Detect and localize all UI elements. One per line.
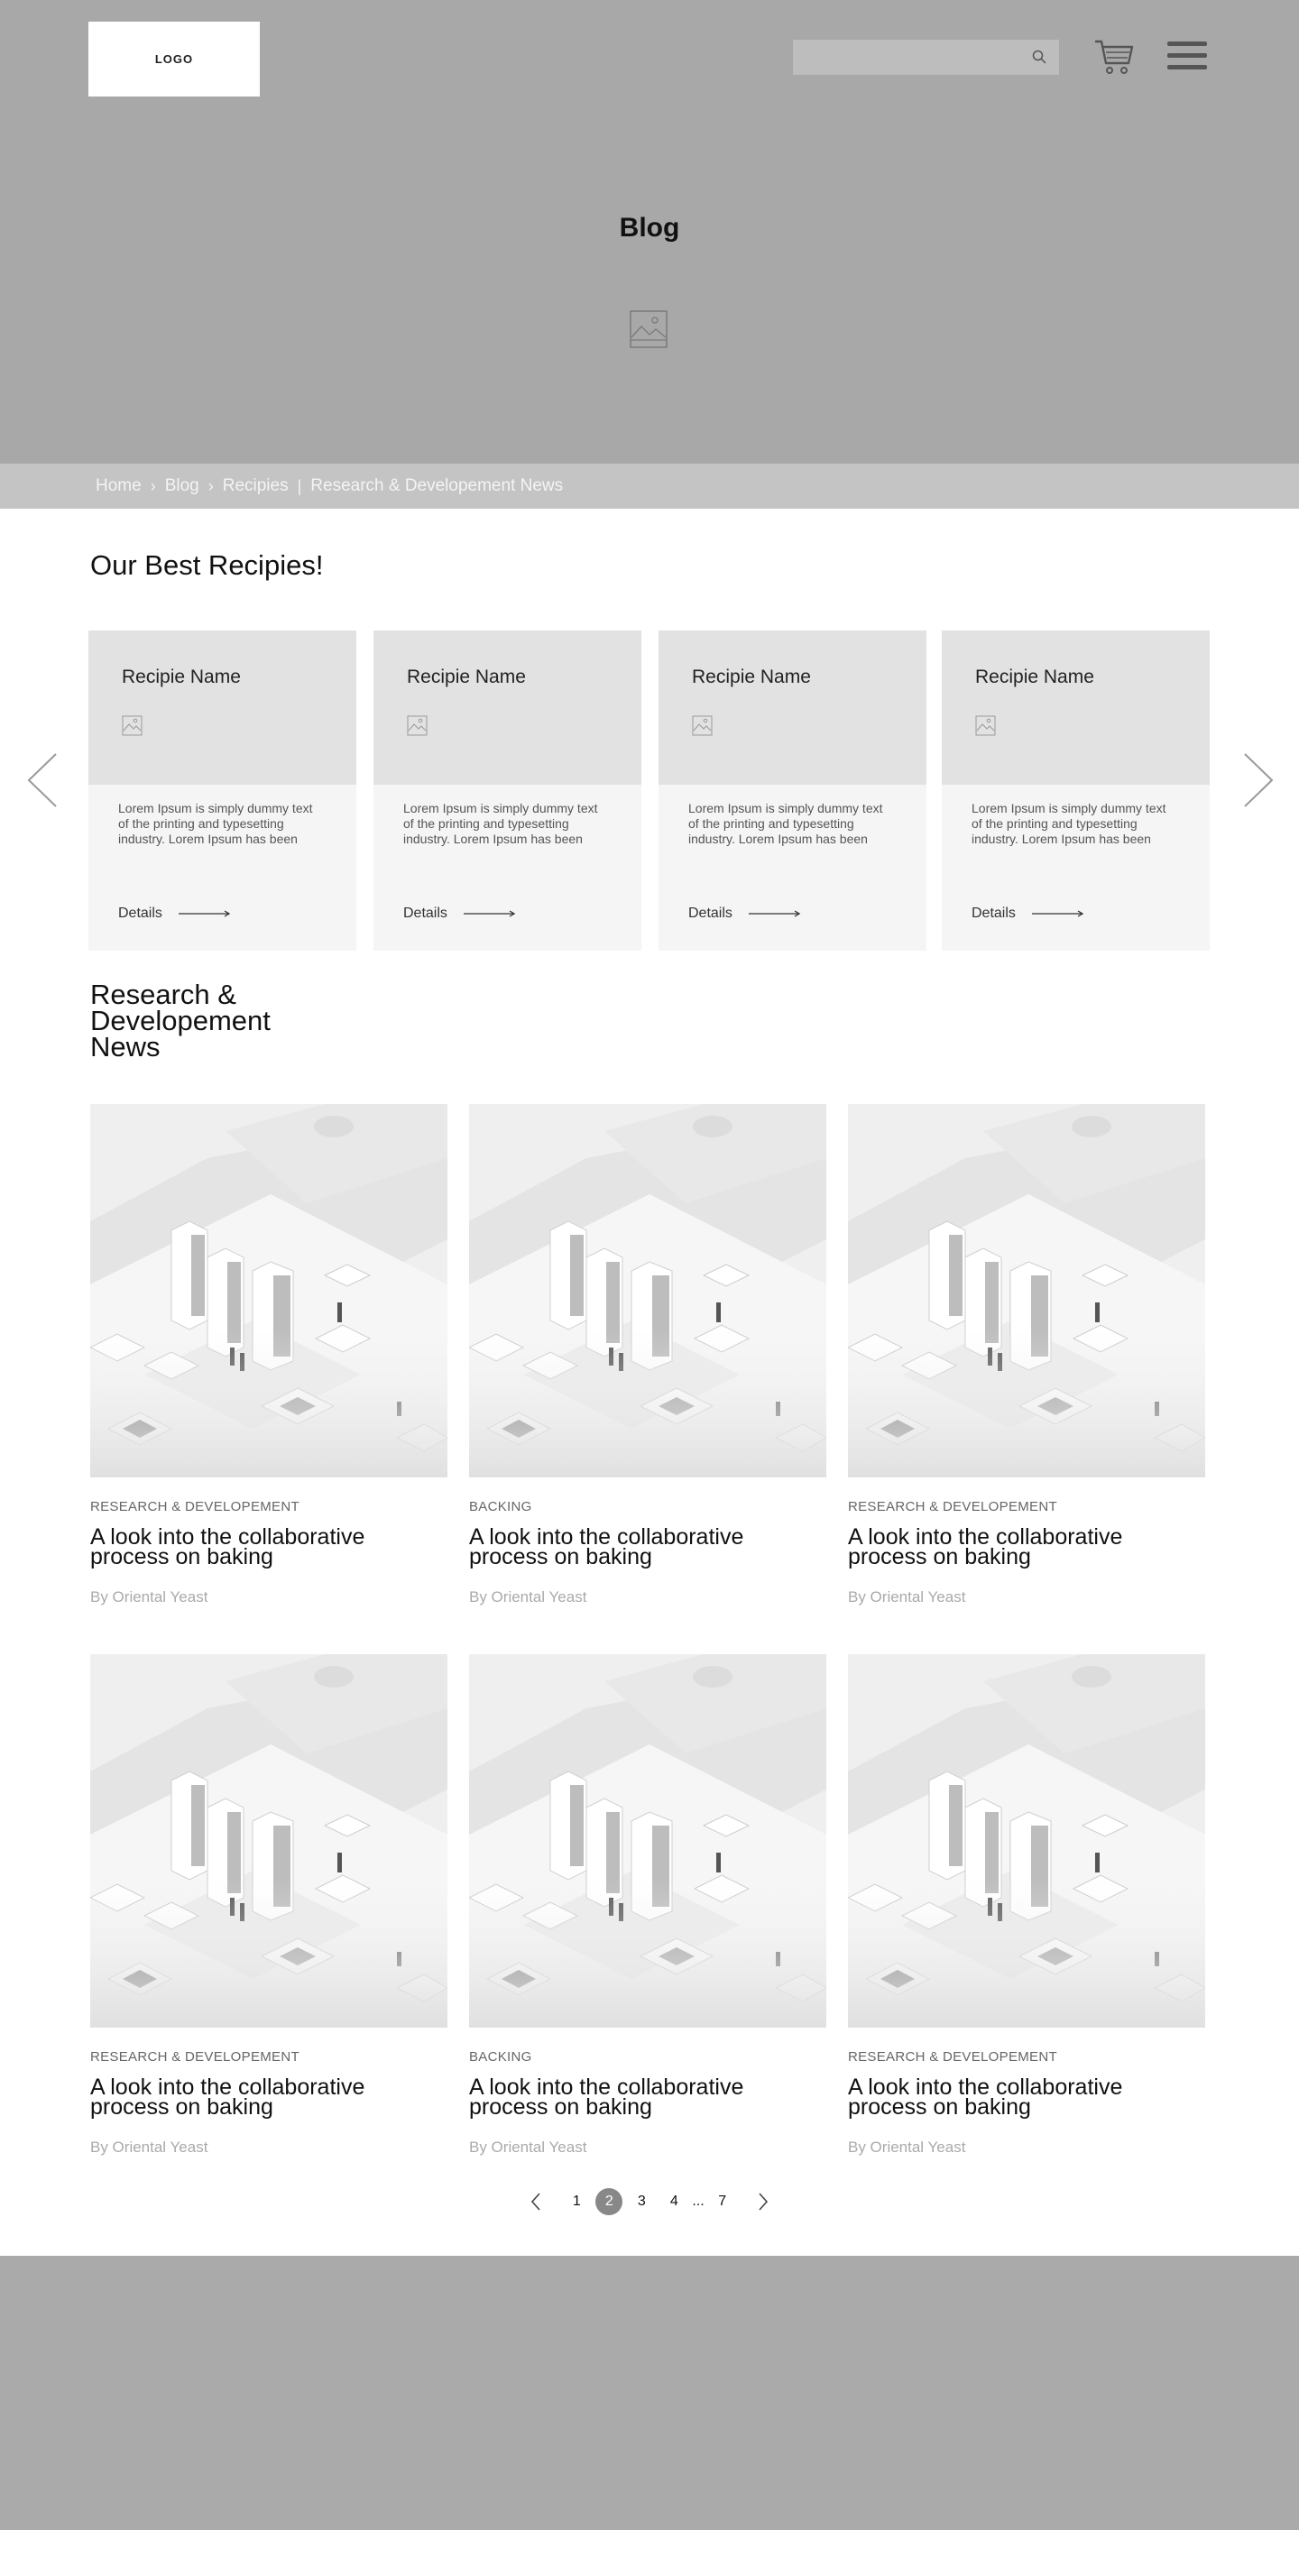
news-card[interactable]: RESEARCH & DEVELOPEMENT A look into the …: [848, 1104, 1205, 1606]
pagination: 1 2 3 4 ... 7: [0, 2188, 1299, 2215]
search-icon[interactable]: [1032, 50, 1046, 64]
recipe-name: Recipie Name: [692, 667, 811, 687]
chevron-right-icon: [759, 2193, 768, 2211]
breadcrumb-current: Research & Developement News: [310, 476, 564, 495]
post-title[interactable]: A look into the collaborative process on…: [848, 2076, 1205, 2119]
footer: [0, 2256, 1299, 2530]
hero-header: LOGO Blog: [0, 0, 1299, 464]
details-label: Details: [688, 906, 732, 921]
page-4-button[interactable]: 4: [660, 2188, 687, 2215]
post-thumbnail[interactable]: [469, 1654, 826, 2028]
post-title[interactable]: A look into the collaborative process on…: [90, 2076, 447, 2119]
post-thumbnail[interactable]: [90, 1104, 447, 1477]
image-placeholder-icon: [122, 715, 143, 736]
pagination-ellipsis: ...: [692, 2194, 705, 2209]
post-thumbnail[interactable]: [90, 1654, 447, 2028]
section-title: Our Best Recipies!: [90, 549, 324, 581]
news-card[interactable]: RESEARCH & DEVELOPEMENT A look into the …: [848, 1654, 1205, 2157]
post-author: By Oriental Yeast: [90, 2139, 208, 2156]
hamburger-menu-icon[interactable]: [1167, 41, 1207, 72]
post-thumbnail[interactable]: [848, 1654, 1205, 2028]
post-title[interactable]: A look into the collaborative process on…: [469, 1526, 826, 1569]
carousel-prev-arrow-icon[interactable]: [27, 752, 58, 808]
recipe-card[interactable]: Recipie Name Lorem Ipsum is simply dummy…: [942, 630, 1210, 951]
page-7-button[interactable]: 7: [709, 2188, 736, 2215]
recipe-card[interactable]: Recipie Name Lorem Ipsum is simply dummy…: [88, 630, 356, 951]
recipe-description: Lorem Ipsum is simply dummy text of the …: [972, 801, 1166, 846]
post-category[interactable]: BACKING: [469, 1499, 826, 1514]
next-page-button[interactable]: [751, 2188, 775, 2215]
breadcrumb: Home › Blog › Recipies | Research & Deve…: [0, 464, 1299, 509]
news-card[interactable]: BACKING A look into the collaborative pr…: [469, 1104, 826, 1606]
news-card[interactable]: RESEARCH & DEVELOPEMENT A look into the …: [90, 1104, 447, 1606]
post-author: By Oriental Yeast: [848, 2139, 966, 2156]
details-link[interactable]: Details: [403, 906, 516, 922]
news-section: Research & Developement News RESEARCH & …: [0, 969, 1299, 2256]
recipe-name: Recipie Name: [122, 667, 241, 687]
post-category[interactable]: RESEARCH & DEVELOPEMENT: [848, 2049, 1205, 2065]
arrow-right-icon: [748, 910, 801, 917]
details-link[interactable]: Details: [688, 906, 801, 922]
cart-icon[interactable]: [1094, 38, 1134, 76]
arrow-right-icon: [1031, 910, 1084, 917]
image-placeholder-icon: [630, 310, 668, 348]
breadcrumb-separator: ›: [150, 476, 156, 495]
news-card[interactable]: BACKING A look into the collaborative pr…: [469, 1654, 826, 2157]
breadcrumb-home[interactable]: Home: [96, 476, 142, 496]
post-author: By Oriental Yeast: [848, 1588, 966, 1605]
post-author: By Oriental Yeast: [469, 1588, 587, 1605]
page-title: Blog: [619, 213, 680, 243]
post-author: By Oriental Yeast: [90, 1588, 208, 1605]
details-label: Details: [972, 906, 1016, 921]
search-input[interactable]: [793, 40, 1059, 75]
page-2-button[interactable]: 2: [595, 2188, 623, 2215]
post-thumbnail[interactable]: [469, 1104, 826, 1477]
recipe-card[interactable]: Recipie Name Lorem Ipsum is simply dummy…: [659, 630, 926, 951]
recipe-description: Lorem Ipsum is simply dummy text of the …: [403, 801, 598, 846]
chevron-left-icon: [531, 2193, 540, 2211]
best-recipes-section: Our Best Recipies! Recipie Name Lorem Ip…: [0, 509, 1299, 969]
image-placeholder-icon: [975, 715, 996, 736]
post-title[interactable]: A look into the collaborative process on…: [848, 1526, 1205, 1569]
arrow-right-icon: [463, 910, 516, 917]
details-link[interactable]: Details: [972, 906, 1084, 922]
recipe-name: Recipie Name: [975, 667, 1094, 687]
post-category[interactable]: RESEARCH & DEVELOPEMENT: [848, 1499, 1205, 1514]
carousel-next-arrow-icon[interactable]: [1243, 752, 1274, 808]
page-1-button[interactable]: 1: [563, 2188, 590, 2215]
details-label: Details: [118, 906, 162, 921]
recipe-description: Lorem Ipsum is simply dummy text of the …: [118, 801, 313, 846]
logo[interactable]: LOGO: [88, 22, 260, 97]
breadcrumb-recipies[interactable]: Recipies: [223, 476, 289, 496]
image-placeholder-icon: [692, 715, 713, 736]
image-placeholder-icon: [407, 715, 428, 736]
post-thumbnail[interactable]: [848, 1104, 1205, 1477]
post-author: By Oriental Yeast: [469, 2139, 587, 2156]
post-title[interactable]: A look into the collaborative process on…: [90, 1526, 447, 1569]
post-category[interactable]: BACKING: [469, 2049, 826, 2065]
post-category[interactable]: RESEARCH & DEVELOPEMENT: [90, 2049, 447, 2065]
breadcrumb-separator: |: [297, 476, 302, 495]
breadcrumb-separator: ›: [207, 476, 214, 495]
recipe-card[interactable]: Recipie Name Lorem Ipsum is simply dummy…: [373, 630, 641, 951]
recipe-name: Recipie Name: [407, 667, 526, 687]
recipe-description: Lorem Ipsum is simply dummy text of the …: [688, 801, 883, 846]
news-card[interactable]: RESEARCH & DEVELOPEMENT A look into the …: [90, 1654, 447, 2157]
details-link[interactable]: Details: [118, 906, 231, 922]
post-category[interactable]: RESEARCH & DEVELOPEMENT: [90, 1499, 447, 1514]
breadcrumb-blog[interactable]: Blog: [165, 476, 199, 496]
post-title[interactable]: A look into the collaborative process on…: [469, 2076, 826, 2119]
page-3-button[interactable]: 3: [628, 2188, 655, 2215]
prev-page-button[interactable]: [524, 2188, 548, 2215]
arrow-right-icon: [178, 910, 231, 917]
details-label: Details: [403, 906, 447, 921]
section-title: Research & Developement News: [90, 979, 271, 1063]
